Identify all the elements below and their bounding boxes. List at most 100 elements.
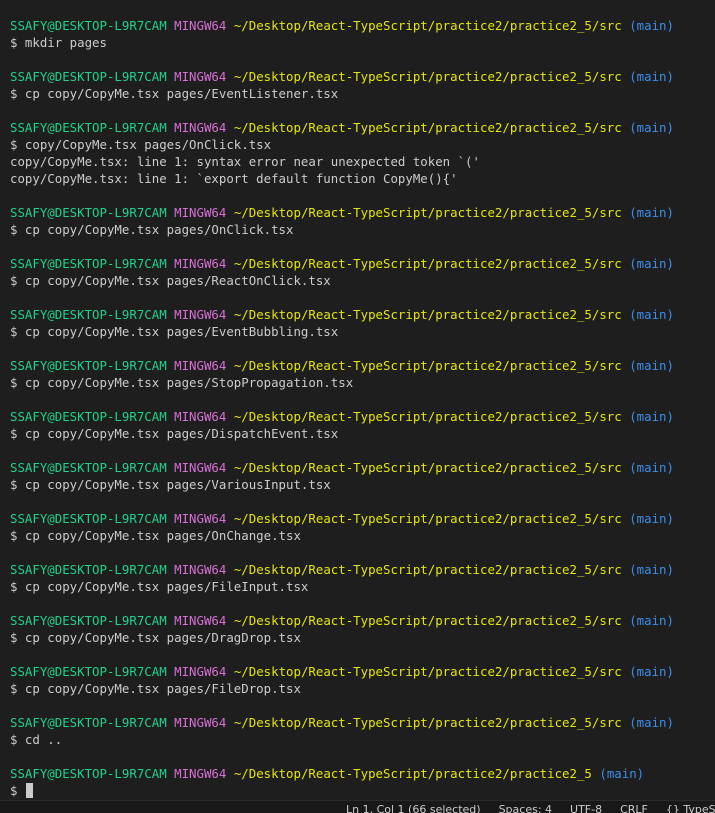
terminal-entry: SSAFY@DESKTOP-L9R7CAM MINGW64 ~/Desktop/… — [10, 765, 715, 799]
prompt-line: SSAFY@DESKTOP-L9R7CAM MINGW64 ~/Desktop/… — [10, 459, 715, 476]
command-text: $ cp copy/CopyMe.tsx pages/EventBubbling… — [10, 324, 339, 339]
prompt-path: ~/Desktop/React-TypeScript/practice2/pra… — [233, 18, 622, 33]
prompt-path: ~/Desktop/React-TypeScript/practice2/pra… — [233, 205, 622, 220]
prompt-line: SSAFY@DESKTOP-L9R7CAM MINGW64 ~/Desktop/… — [10, 357, 715, 374]
prompt-msystem: MINGW64 — [174, 409, 227, 424]
command-line: $ cp copy/CopyMe.tsx pages/DragDrop.tsx — [10, 629, 715, 646]
prompt-user-host: SSAFY@DESKTOP-L9R7CAM — [10, 69, 167, 84]
prompt-msystem: MINGW64 — [174, 715, 227, 730]
prompt-path: ~/Desktop/React-TypeScript/practice2/pra… — [233, 460, 622, 475]
output-line: copy/CopyMe.tsx: line 1: syntax error ne… — [10, 153, 715, 170]
command-text: $ cp copy/CopyMe.tsx pages/FileDrop.tsx — [10, 681, 301, 696]
command-line: $ cp copy/CopyMe.tsx pages/ReactOnClick.… — [10, 272, 715, 289]
terminal-entry: SSAFY@DESKTOP-L9R7CAM MINGW64 ~/Desktop/… — [10, 306, 715, 357]
prompt-user-host: SSAFY@DESKTOP-L9R7CAM — [10, 409, 167, 424]
prompt-path: ~/Desktop/React-TypeScript/practice2/pra… — [233, 511, 622, 526]
prompt-msystem: MINGW64 — [174, 307, 227, 322]
prompt-user-host: SSAFY@DESKTOP-L9R7CAM — [10, 256, 167, 271]
command-line: $ copy/CopyMe.tsx pages/OnClick.tsx — [10, 136, 715, 153]
terminal-panel[interactable]: SSAFY@DESKTOP-L9R7CAM MINGW64 ~/Desktop/… — [0, 0, 715, 800]
prompt-path: ~/Desktop/React-TypeScript/practice2/pra… — [233, 664, 622, 679]
prompt-msystem: MINGW64 — [174, 664, 227, 679]
prompt-user-host: SSAFY@DESKTOP-L9R7CAM — [10, 120, 167, 135]
command-line: $ cp copy/CopyMe.tsx pages/FileInput.tsx — [10, 578, 715, 595]
command-text: $ cp copy/CopyMe.tsx pages/DragDrop.tsx — [10, 630, 301, 645]
terminal-entry: SSAFY@DESKTOP-L9R7CAM MINGW64 ~/Desktop/… — [10, 17, 715, 68]
output-text: copy/CopyMe.tsx: line 1: `export default… — [10, 171, 458, 186]
prompt-path: ~/Desktop/React-TypeScript/practice2/pra… — [233, 766, 592, 781]
command-line: $ cp copy/CopyMe.tsx pages/EventListener… — [10, 85, 715, 102]
text-cursor — [25, 783, 33, 798]
prompt-branch: (main) — [629, 18, 674, 33]
prompt-path: ~/Desktop/React-TypeScript/practice2/pra… — [233, 69, 622, 84]
prompt-msystem: MINGW64 — [174, 358, 227, 373]
command-line: $ mkdir pages — [10, 34, 715, 51]
prompt-line: SSAFY@DESKTOP-L9R7CAM MINGW64 ~/Desktop/… — [10, 204, 715, 221]
command-line: $ cp copy/CopyMe.tsx pages/VariousInput.… — [10, 476, 715, 493]
terminal-entry: SSAFY@DESKTOP-L9R7CAM MINGW64 ~/Desktop/… — [10, 68, 715, 119]
prompt-path: ~/Desktop/React-TypeScript/practice2/pra… — [233, 562, 622, 577]
prompt-branch: (main) — [629, 256, 674, 271]
prompt-line: SSAFY@DESKTOP-L9R7CAM MINGW64 ~/Desktop/… — [10, 306, 715, 323]
prompt-branch: (main) — [629, 715, 674, 730]
command-line: $ cp copy/CopyMe.tsx pages/DispatchEvent… — [10, 425, 715, 442]
terminal-entry: SSAFY@DESKTOP-L9R7CAM MINGW64 ~/Desktop/… — [10, 714, 715, 765]
prompt-branch: (main) — [629, 205, 674, 220]
prompt-path: ~/Desktop/React-TypeScript/practice2/pra… — [233, 715, 622, 730]
command-text: $ cp copy/CopyMe.tsx pages/EventListener… — [10, 86, 339, 101]
output-text: copy/CopyMe.tsx: line 1: syntax error ne… — [10, 154, 480, 169]
prompt-user-host: SSAFY@DESKTOP-L9R7CAM — [10, 511, 167, 526]
prompt-path: ~/Desktop/React-TypeScript/practice2/pra… — [233, 358, 622, 373]
terminal-entry: SSAFY@DESKTOP-L9R7CAM MINGW64 ~/Desktop/… — [10, 510, 715, 561]
prompt-msystem: MINGW64 — [174, 18, 227, 33]
command-text: $ cd .. — [10, 732, 63, 747]
command-line: $ cp copy/CopyMe.tsx pages/OnChange.tsx — [10, 527, 715, 544]
command-text[interactable]: $ — [10, 783, 17, 798]
prompt-line: SSAFY@DESKTOP-L9R7CAM MINGW64 ~/Desktop/… — [10, 17, 715, 34]
prompt-user-host: SSAFY@DESKTOP-L9R7CAM — [10, 562, 167, 577]
prompt-path: ~/Desktop/React-TypeScript/practice2/pra… — [233, 409, 622, 424]
prompt-line: SSAFY@DESKTOP-L9R7CAM MINGW64 ~/Desktop/… — [10, 510, 715, 527]
output-line: copy/CopyMe.tsx: line 1: `export default… — [10, 170, 715, 187]
prompt-line: SSAFY@DESKTOP-L9R7CAM MINGW64 ~/Desktop/… — [10, 561, 715, 578]
terminal-entry: SSAFY@DESKTOP-L9R7CAM MINGW64 ~/Desktop/… — [10, 357, 715, 408]
prompt-path: ~/Desktop/React-TypeScript/practice2/pra… — [233, 120, 622, 135]
prompt-line: SSAFY@DESKTOP-L9R7CAM MINGW64 ~/Desktop/… — [10, 255, 715, 272]
terminal-entry: SSAFY@DESKTOP-L9R7CAM MINGW64 ~/Desktop/… — [10, 408, 715, 459]
command-line[interactable]: $ — [10, 782, 715, 799]
prompt-user-host: SSAFY@DESKTOP-L9R7CAM — [10, 18, 167, 33]
prompt-line: SSAFY@DESKTOP-L9R7CAM MINGW64 ~/Desktop/… — [10, 663, 715, 680]
prompt-msystem: MINGW64 — [174, 69, 227, 84]
command-text: $ cp copy/CopyMe.tsx pages/VariousInput.… — [10, 477, 331, 492]
terminal-entry: SSAFY@DESKTOP-L9R7CAM MINGW64 ~/Desktop/… — [10, 119, 715, 204]
prompt-line: SSAFY@DESKTOP-L9R7CAM MINGW64 ~/Desktop/… — [10, 408, 715, 425]
prompt-msystem: MINGW64 — [174, 562, 227, 577]
prompt-path: ~/Desktop/React-TypeScript/practice2/pra… — [233, 256, 622, 271]
prompt-branch: (main) — [629, 358, 674, 373]
command-line: $ cp copy/CopyMe.tsx pages/StopPropagati… — [10, 374, 715, 391]
prompt-path: ~/Desktop/React-TypeScript/practice2/pra… — [233, 613, 622, 628]
terminal-entry: SSAFY@DESKTOP-L9R7CAM MINGW64 ~/Desktop/… — [10, 561, 715, 612]
command-line: $ cp copy/CopyMe.tsx pages/OnClick.tsx — [10, 221, 715, 238]
prompt-path: ~/Desktop/React-TypeScript/practice2/pra… — [233, 307, 622, 322]
prompt-branch: (main) — [629, 307, 674, 322]
prompt-line: SSAFY@DESKTOP-L9R7CAM MINGW64 ~/Desktop/… — [10, 612, 715, 629]
prompt-branch: (main) — [599, 766, 645, 781]
prompt-branch: (main) — [629, 511, 674, 526]
prompt-msystem: MINGW64 — [174, 766, 227, 781]
prompt-line: SSAFY@DESKTOP-L9R7CAM MINGW64 ~/Desktop/… — [10, 68, 715, 85]
prompt-msystem: MINGW64 — [174, 613, 227, 628]
command-text: $ cp copy/CopyMe.tsx pages/ReactOnClick.… — [10, 273, 331, 288]
